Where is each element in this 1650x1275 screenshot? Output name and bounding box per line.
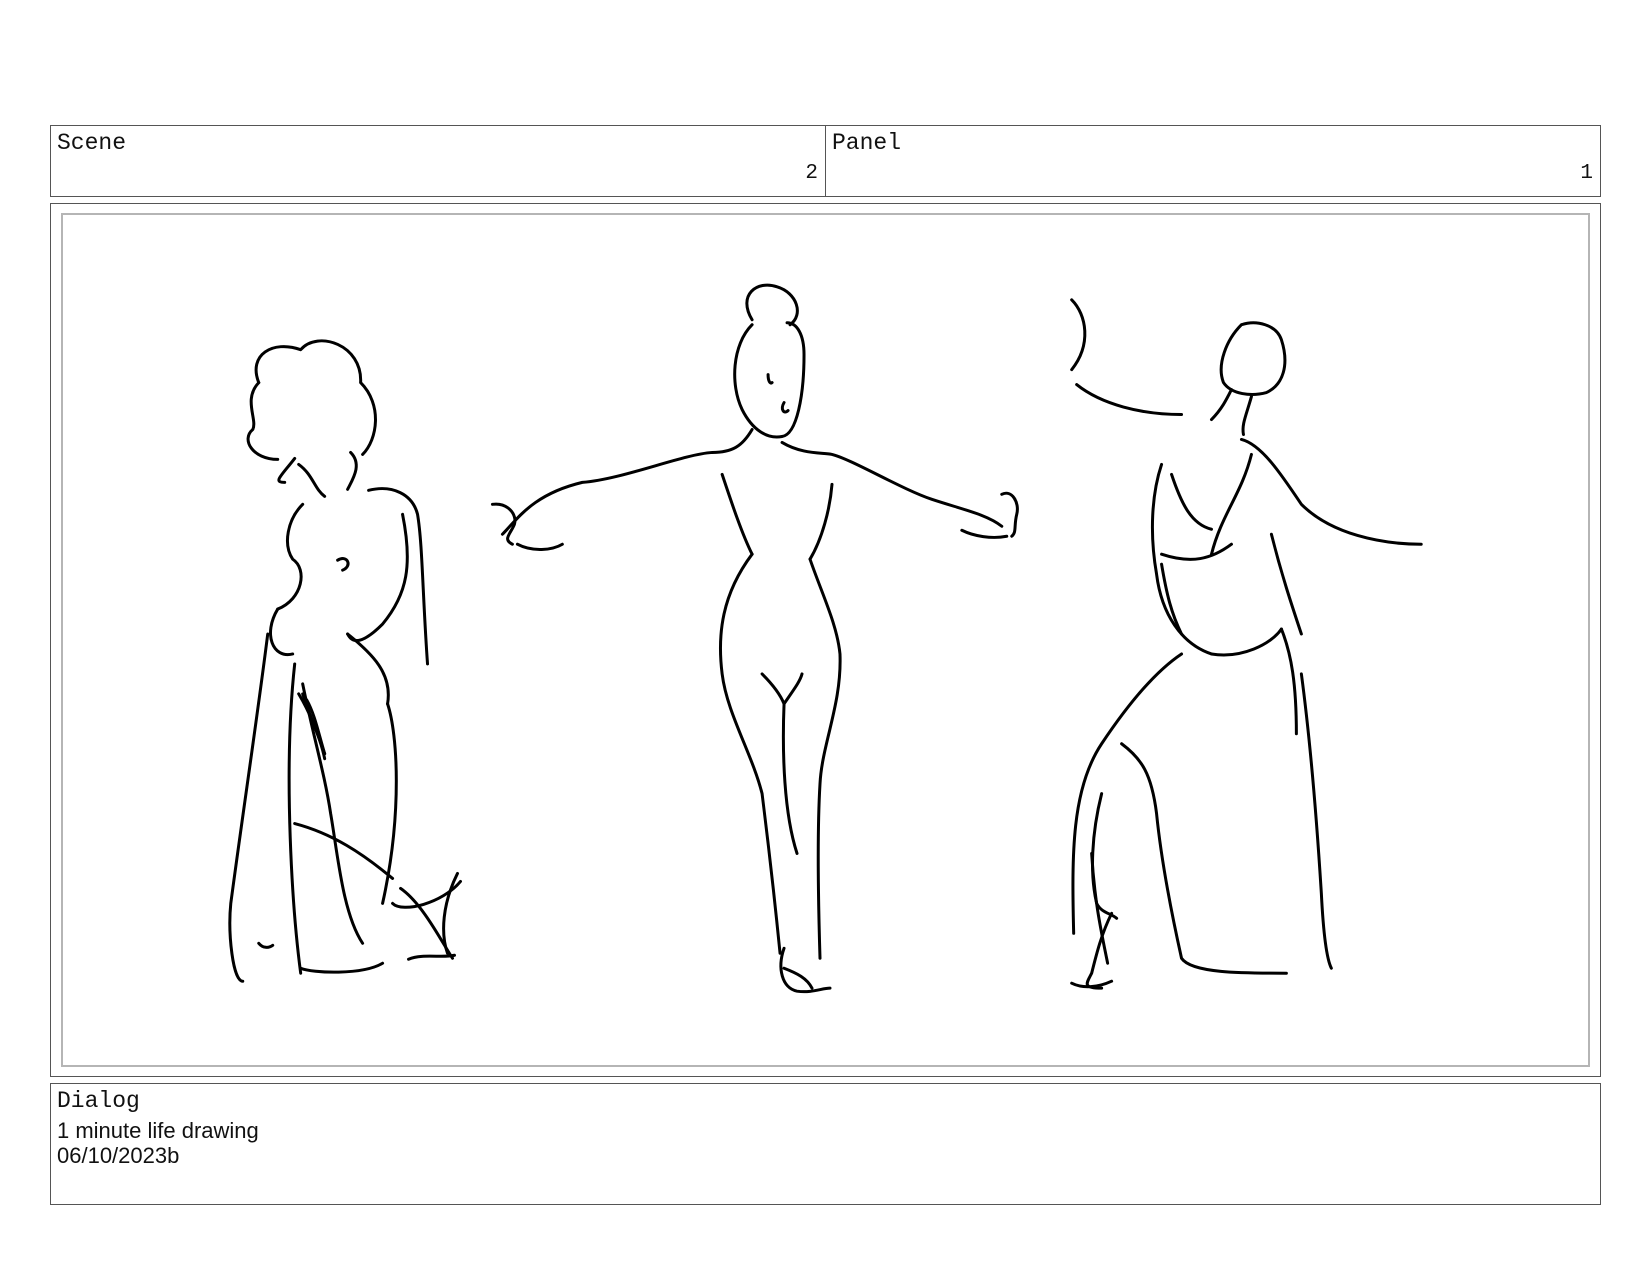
panel-image-frame: [50, 203, 1601, 1077]
figure-sketch: [228, 283, 1423, 994]
scene-label: Scene: [57, 130, 127, 156]
figure-left: [228, 339, 462, 983]
scene-number: 2: [805, 162, 818, 185]
dialog-line: 1 minute life drawing: [57, 1118, 259, 1143]
figure-center: [490, 283, 1019, 994]
figure-right: [1070, 298, 1423, 990]
dialog-box: Dialog 1 minute life drawing 06/10/2023b: [50, 1083, 1601, 1205]
panel-number: 1: [1580, 162, 1593, 185]
storyboard-header: Scene 2 Panel 1: [50, 125, 1601, 197]
dialog-label: Dialog: [57, 1088, 140, 1114]
panel-image: [61, 213, 1590, 1067]
dialog-text: 1 minute life drawing 06/10/2023b: [57, 1118, 259, 1168]
panel-label: Panel: [832, 130, 902, 156]
panel-cell: Panel 1: [825, 126, 1600, 196]
dialog-line: 06/10/2023b: [57, 1143, 180, 1168]
scene-cell: Scene 2: [51, 126, 825, 196]
